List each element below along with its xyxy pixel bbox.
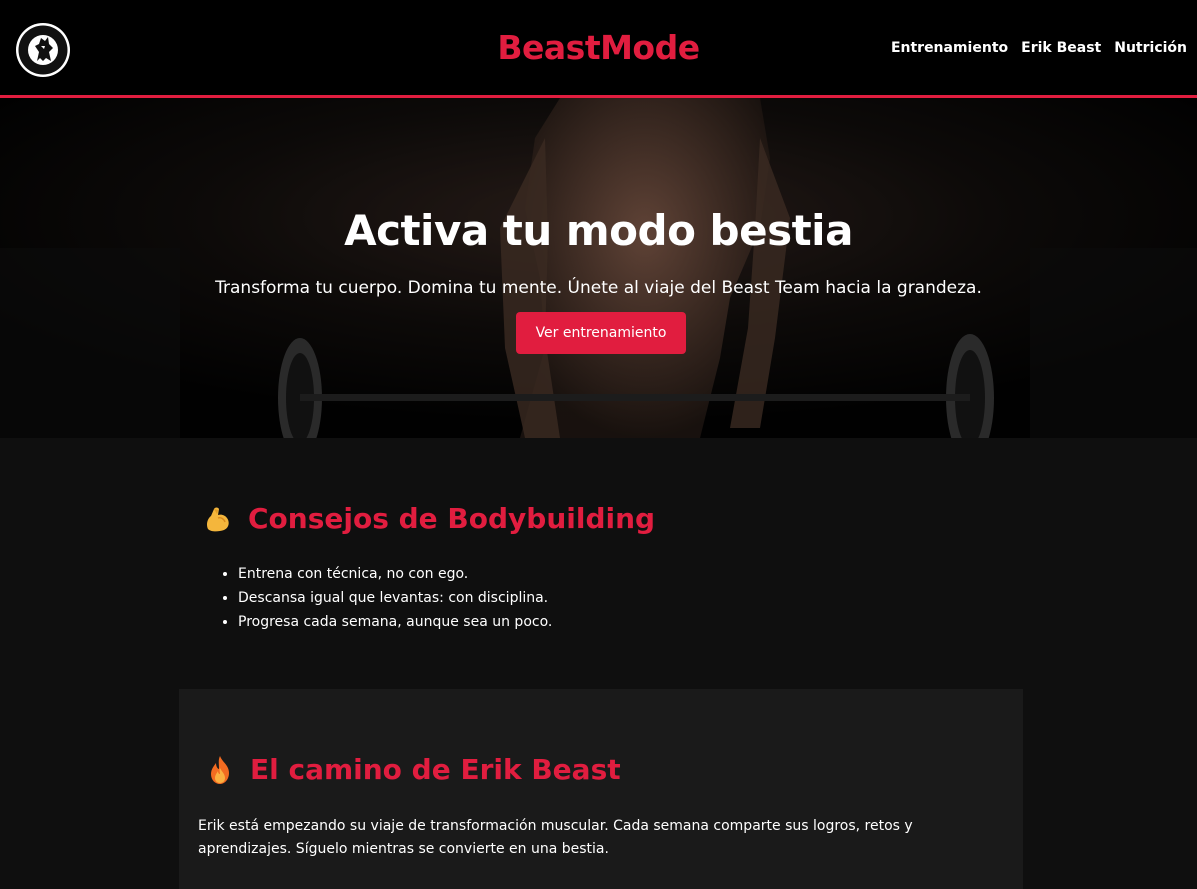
hero-section: Activa tu modo bestia Transforma tu cuer… bbox=[0, 98, 1197, 438]
journey-section-title: El camino de Erik Beast bbox=[204, 753, 621, 786]
list-item: Descansa igual que levantas: con discipl… bbox=[238, 586, 552, 610]
journey-title-text: El camino de Erik Beast bbox=[250, 753, 621, 786]
tips-list: Entrena con técnica, no con ego. Descans… bbox=[218, 562, 552, 634]
list-item: Entrena con técnica, no con ego. bbox=[238, 562, 552, 586]
hero-background-image bbox=[0, 98, 1197, 438]
tips-title-text: Consejos de Bodybuilding bbox=[248, 502, 656, 535]
main-nav: Entrenamiento Erik Beast Nutrición bbox=[891, 40, 1187, 56]
main-content: Consejos de Bodybuilding Entrena con téc… bbox=[0, 438, 1197, 889]
hero-subtitle: Transforma tu cuerpo. Domina tu mente. Ú… bbox=[215, 278, 982, 298]
journey-description: Erik está empezando su viaje de transfor… bbox=[198, 818, 913, 857]
view-training-button[interactable]: Ver entrenamiento bbox=[516, 312, 686, 354]
hero-title: Activa tu modo bestia bbox=[344, 206, 853, 255]
nav-link-entrenamiento[interactable]: Entrenamiento bbox=[891, 40, 1008, 56]
erik-beast-logo[interactable] bbox=[15, 22, 71, 78]
nav-link-nutricion[interactable]: Nutrición bbox=[1114, 40, 1187, 56]
tips-section-title: Consejos de Bodybuilding bbox=[202, 502, 655, 535]
fire-icon bbox=[211, 755, 229, 784]
nav-link-erik-beast[interactable]: Erik Beast bbox=[1021, 40, 1101, 56]
flexed-biceps-icon bbox=[207, 507, 229, 531]
list-item: Progresa cada semana, aunque sea un poco… bbox=[238, 610, 552, 634]
site-header: BeastMode Entrenamiento Erik Beast Nutri… bbox=[0, 0, 1197, 98]
journey-panel: El camino de Erik Beast Erik está empeza… bbox=[179, 689, 1023, 889]
